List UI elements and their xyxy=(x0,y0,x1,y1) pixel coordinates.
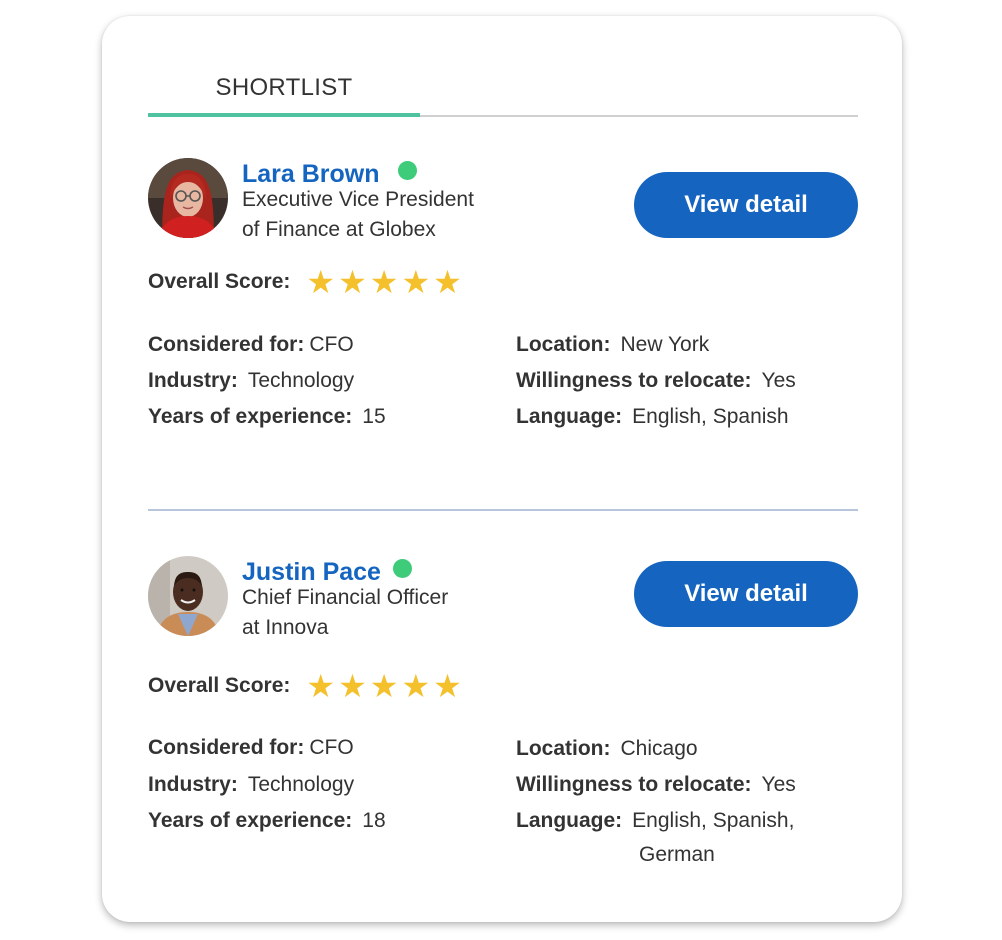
field-value: 15 xyxy=(362,405,386,428)
field-value: 18 xyxy=(362,809,386,832)
candidate-name[interactable]: Lara Brown xyxy=(242,160,380,189)
field-location: Location: Chicago xyxy=(516,737,698,761)
field-location: Location: New York xyxy=(516,333,709,357)
field-label: Location: xyxy=(516,333,611,356)
avatar[interactable] xyxy=(148,556,228,636)
field-industry: Industry: Technology xyxy=(148,369,354,393)
star-icon: ★ xyxy=(338,668,367,704)
field-language: Language: English, Spanish xyxy=(516,405,789,429)
field-label: Language: xyxy=(516,405,623,428)
field-value: English, Spanish, xyxy=(632,809,795,832)
field-relocate: Willingness to relocate: Yes xyxy=(516,369,796,393)
view-detail-button[interactable]: View detail xyxy=(634,561,858,627)
candidate-card: Justin Pace Chief Financial Officer at I… xyxy=(148,556,858,876)
star-icon: ★ xyxy=(369,264,399,300)
candidate-title-line-2: at Innova xyxy=(242,616,329,639)
field-value: Technology xyxy=(247,369,355,392)
avatar-photo-lara-brown xyxy=(148,158,228,238)
field-language: Language: English, Spanish, xyxy=(516,809,794,833)
candidate-divider xyxy=(148,509,858,511)
avatar[interactable] xyxy=(148,158,228,238)
field-value: Yes xyxy=(761,369,796,392)
tab-shortlist[interactable]: SHORTLIST xyxy=(148,60,420,116)
field-value: German xyxy=(639,843,715,866)
online-status-icon xyxy=(397,161,417,180)
tab-active-indicator xyxy=(148,113,420,117)
field-label: Industry: xyxy=(148,369,238,392)
field-relocate: Willingness to relocate: Yes xyxy=(516,773,796,797)
field-label: Years of experience: xyxy=(148,809,353,832)
star-icon: ★ xyxy=(401,264,431,300)
overall-score-label: Overall Score: xyxy=(148,674,291,697)
star-rating: ★ ★ ★ ★ ★ xyxy=(306,266,464,298)
field-label: Language: xyxy=(516,809,623,832)
field-label: Willingness to relocate: xyxy=(516,773,752,796)
star-icon: ★ xyxy=(338,264,367,300)
field-value: CFO xyxy=(309,736,354,759)
candidate-name-row: Justin Pace xyxy=(242,558,412,587)
view-detail-button[interactable]: View detail xyxy=(634,172,858,238)
field-label: Location: xyxy=(516,737,611,760)
field-considered-for: Considered for: CFO xyxy=(148,333,354,357)
star-icon: ★ xyxy=(306,668,336,704)
field-label: Industry: xyxy=(148,773,238,796)
field-considered-for: Considered for: CFO xyxy=(148,736,354,760)
field-value: English, Spanish xyxy=(632,405,789,428)
field-value: New York xyxy=(620,333,710,356)
star-icon: ★ xyxy=(401,668,431,704)
field-label: Willingness to relocate: xyxy=(516,369,752,392)
overall-score-label: Overall Score: xyxy=(148,270,291,293)
tab-bar: SHORTLIST xyxy=(148,60,858,118)
overall-score: Overall Score: ★ ★ ★ ★ ★ xyxy=(148,266,465,298)
field-industry: Industry: Technology xyxy=(148,773,354,797)
overall-score: Overall Score: ★ ★ ★ ★ ★ xyxy=(148,670,465,702)
candidate-title-line-1: Executive Vice President xyxy=(242,188,474,211)
candidate-name[interactable]: Justin Pace xyxy=(242,558,381,587)
field-label: Years of experience: xyxy=(148,405,353,428)
field-label: Considered for: xyxy=(148,333,305,356)
field-value: Yes xyxy=(761,773,796,796)
field-language-continued: German xyxy=(639,843,715,867)
star-icon: ★ xyxy=(433,668,462,704)
candidate-title-line-2: of Finance at Globex xyxy=(242,218,436,241)
field-value: Technology xyxy=(247,773,355,796)
avatar-photo-justin-pace xyxy=(148,556,228,636)
star-rating: ★ ★ ★ ★ ★ xyxy=(306,670,464,702)
candidate-title-line-1: Chief Financial Officer xyxy=(242,586,449,609)
field-value: Chicago xyxy=(620,737,698,760)
star-icon: ★ xyxy=(369,668,399,704)
field-years-experience: Years of experience: 18 xyxy=(148,809,386,833)
field-label: Considered for: xyxy=(148,736,305,759)
star-icon: ★ xyxy=(433,264,462,300)
field-value: CFO xyxy=(309,333,354,356)
candidate-card: Lara Brown Executive Vice President of F… xyxy=(148,158,858,448)
star-icon: ★ xyxy=(306,264,336,300)
candidate-name-row: Lara Brown xyxy=(242,160,417,189)
online-status-icon xyxy=(392,559,412,578)
field-years-experience: Years of experience: 15 xyxy=(148,405,386,429)
